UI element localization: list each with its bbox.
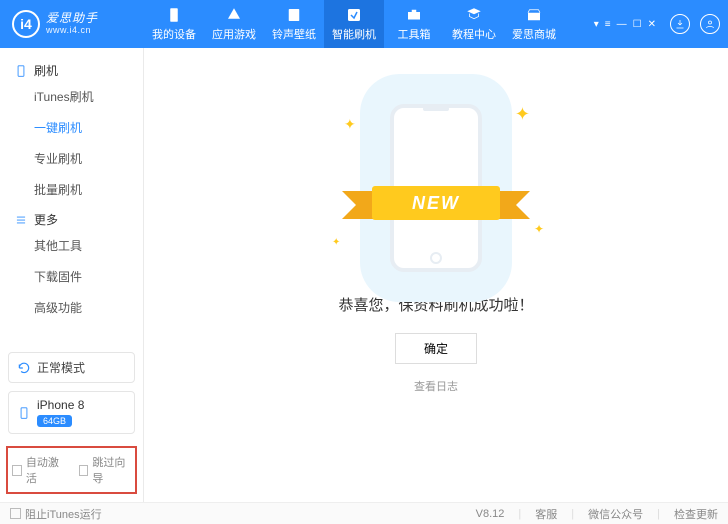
sidebar-item-fw[interactable]: 下载固件 (0, 261, 143, 292)
star-icon: ✦ (515, 104, 530, 125)
nav-apps[interactable]: 应用游戏 (204, 0, 264, 48)
checkbox-label: 阻止iTunes运行 (25, 506, 102, 522)
close-icon[interactable]: ✕ (648, 19, 656, 30)
menu-icon[interactable]: ≡ (605, 19, 611, 30)
group-more: 更多 (0, 205, 143, 230)
brand-site: www.i4.cn (46, 26, 98, 36)
success-illustration: ✦ ✦ ✦ ✦ NEW (336, 96, 536, 276)
top-nav: 我的设备 应用游戏 铃声壁纸 智能刷机 工具箱 教程中心 爱思商城 (144, 0, 564, 48)
nav-label: 铃声壁纸 (272, 26, 316, 42)
mode-box[interactable]: 正常模式 (8, 352, 135, 383)
nav-device[interactable]: 我的设备 (144, 0, 204, 48)
nav-flash[interactable]: 智能刷机 (324, 0, 384, 48)
checkbox-label: 跳过向导 (92, 454, 131, 486)
checkbox-block-itunes[interactable]: 阻止iTunes运行 (10, 506, 102, 522)
checkbox-box (79, 465, 89, 476)
group-title: 刷机 (34, 62, 58, 79)
nav-tools[interactable]: 工具箱 (384, 0, 444, 48)
logo-icon: i4 (12, 10, 40, 38)
checkbox-auto-activate[interactable]: 自动激活 (12, 454, 65, 486)
wechat-link[interactable]: 微信公众号 (588, 506, 643, 522)
nav-label: 应用游戏 (212, 26, 256, 42)
brand-name: 爱思助手 (46, 12, 98, 25)
status-bar: 阻止iTunes运行 V8.12 | 客服 | 微信公众号 | 检查更新 (0, 502, 728, 524)
star-icon: ✦ (344, 116, 356, 133)
min-icon[interactable]: — (617, 19, 627, 30)
title-bar: i4 爱思助手 www.i4.cn 我的设备 应用游戏 铃声壁纸 智能刷机 工具… (0, 0, 728, 48)
app-logo: i4 爱思助手 www.i4.cn (12, 10, 144, 38)
checkbox-label: 自动激活 (26, 454, 65, 486)
top-right-controls: ▾ ≡ — ☐ ✕ (594, 14, 720, 34)
view-log-link[interactable]: 查看日志 (414, 378, 458, 394)
sidebar-item-itunes[interactable]: iTunes刷机 (0, 81, 143, 112)
device-box[interactable]: iPhone 8 64GB (8, 391, 135, 434)
mode-label: 正常模式 (37, 359, 85, 376)
sidebar-item-pro[interactable]: 专业刷机 (0, 143, 143, 174)
tray-icon[interactable]: ▾ (594, 19, 599, 30)
update-link[interactable]: 检查更新 (674, 506, 718, 522)
checkbox-box (12, 465, 22, 476)
service-link[interactable]: 客服 (535, 506, 557, 522)
nav-store[interactable]: 爱思商城 (504, 0, 564, 48)
sidebar-item-onekey[interactable]: 一键刷机 (0, 112, 143, 143)
star-icon: ✦ (534, 222, 544, 236)
group-flash: 刷机 (0, 56, 143, 81)
checkbox-skip-guide[interactable]: 跳过向导 (79, 454, 132, 486)
phone-icon (17, 406, 31, 420)
result-title: 恭喜您，保资料刷机成功啦！ (338, 294, 533, 315)
nav-ring[interactable]: 铃声壁纸 (264, 0, 324, 48)
nav-label: 我的设备 (152, 26, 196, 42)
list-icon (14, 213, 28, 227)
window-buttons: ▾ ≡ — ☐ ✕ (594, 19, 656, 30)
phone-graphic (390, 104, 482, 272)
sidebar-item-batch[interactable]: 批量刷机 (0, 174, 143, 205)
nav-label: 教程中心 (452, 26, 496, 42)
group-title: 更多 (34, 211, 58, 228)
nav-label: 工具箱 (398, 26, 431, 42)
user-button[interactable] (700, 14, 720, 34)
sidebar-item-adv[interactable]: 高级功能 (0, 292, 143, 323)
phone-icon (14, 64, 28, 78)
refresh-icon (17, 361, 31, 375)
option-row-highlight: 自动激活 跳过向导 (6, 446, 137, 494)
sidebar-item-other[interactable]: 其他工具 (0, 230, 143, 261)
star-icon: ✦ (332, 237, 340, 248)
download-button[interactable] (670, 14, 690, 34)
ok-button[interactable]: 确定 (395, 333, 477, 364)
nav-label: 智能刷机 (332, 26, 376, 42)
main-content: ✦ ✦ ✦ ✦ NEW 恭喜您，保资料刷机成功啦！ 确定 查看日志 (144, 48, 728, 502)
nav-tutorial[interactable]: 教程中心 (444, 0, 504, 48)
device-name: iPhone 8 (37, 398, 84, 412)
checkbox-box (10, 508, 21, 519)
max-icon[interactable]: ☐ (633, 19, 642, 30)
device-storage: 64GB (37, 415, 72, 427)
nav-label: 爱思商城 (512, 26, 556, 42)
sidebar: 刷机 iTunes刷机 一键刷机 专业刷机 批量刷机 更多 其他工具 下载固件 … (0, 48, 144, 502)
version-label: V8.12 (476, 508, 505, 520)
